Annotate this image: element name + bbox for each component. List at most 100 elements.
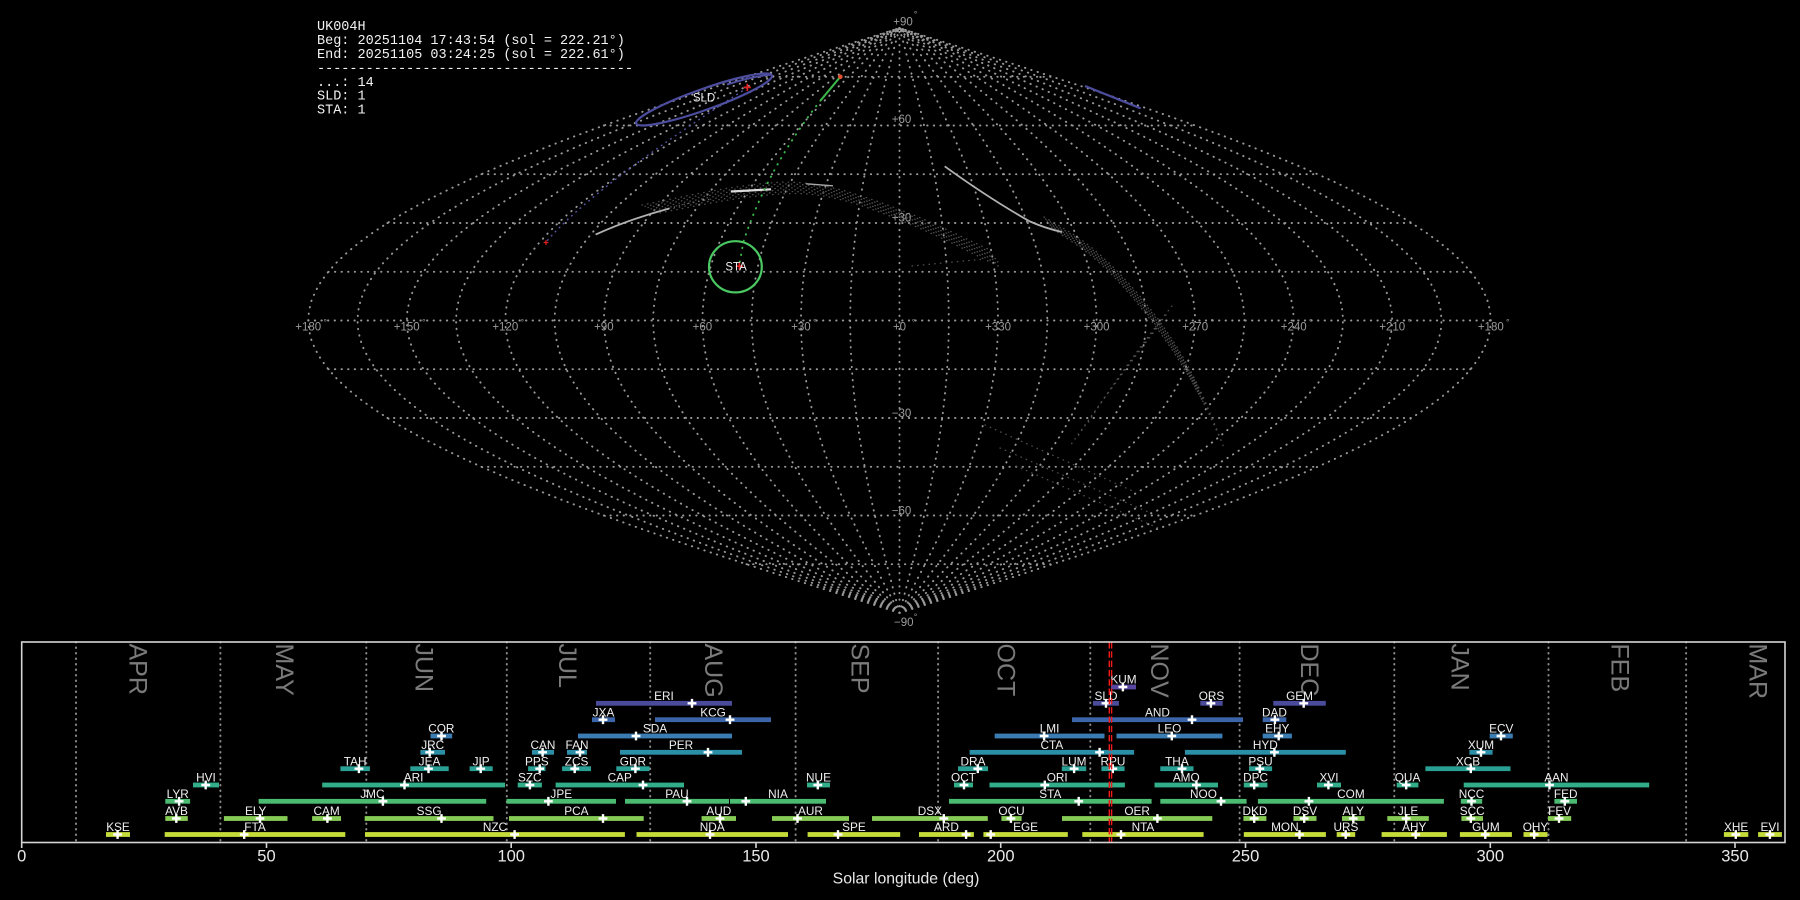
svg-text:+90: +90 xyxy=(594,322,614,334)
svg-text:AND: AND xyxy=(1145,705,1170,719)
svg-text:...: 14: ...: 14 xyxy=(317,76,374,91)
svg-text:LEO: LEO xyxy=(1158,722,1182,736)
svg-text:ORI: ORI xyxy=(1047,771,1068,785)
svg-text:Beg: 20251104 17:43:54 (sol =: Beg: 20251104 17:43:54 (sol = 222.21°) xyxy=(317,34,625,49)
svg-text:STA: 1: STA: 1 xyxy=(317,104,366,119)
svg-text:APR: APR xyxy=(124,644,152,695)
svg-text:STA: STA xyxy=(725,261,747,273)
svg-text:JUN: JUN xyxy=(410,644,438,693)
svg-text:100: 100 xyxy=(497,848,525,866)
svg-text:°: ° xyxy=(1309,318,1313,328)
svg-text:°: ° xyxy=(323,318,327,328)
svg-text:+120: +120 xyxy=(492,322,518,334)
svg-text:OER: OER xyxy=(1124,804,1150,818)
svg-text:EGE: EGE xyxy=(1013,820,1038,834)
svg-text:°: ° xyxy=(813,318,817,328)
svg-text:°: ° xyxy=(914,10,918,20)
svg-text:DRA: DRA xyxy=(961,754,986,768)
svg-text:NTA: NTA xyxy=(1132,820,1155,834)
svg-text:NZC: NZC xyxy=(483,820,508,834)
svg-text:−90: −90 xyxy=(894,617,914,629)
svg-text:ERI: ERI xyxy=(654,689,674,703)
svg-text:+210: +210 xyxy=(1379,322,1405,334)
svg-text:JPE: JPE xyxy=(550,787,572,801)
svg-text:DSX: DSX xyxy=(918,804,942,818)
svg-text:+0: +0 xyxy=(893,322,906,334)
svg-text:DPC: DPC xyxy=(1243,771,1268,785)
svg-text:+60: +60 xyxy=(693,322,713,334)
svg-text:AUG: AUG xyxy=(699,644,727,698)
svg-text:THA: THA xyxy=(1165,754,1189,768)
svg-text:350: 350 xyxy=(1721,848,1749,866)
svg-text:°: ° xyxy=(914,612,918,622)
svg-text:ZCS: ZCS xyxy=(565,754,589,768)
svg-text:+60: +60 xyxy=(892,114,912,126)
svg-text:+300: +300 xyxy=(1084,322,1110,334)
svg-text:MAY: MAY xyxy=(270,644,298,697)
svg-text:NOO: NOO xyxy=(1190,787,1217,801)
svg-text:FEB: FEB xyxy=(1605,644,1633,693)
svg-text:−30: −30 xyxy=(892,408,912,420)
svg-text:JLE: JLE xyxy=(1398,804,1418,818)
svg-text:EHY: EHY xyxy=(1265,722,1289,736)
svg-text:+330: +330 xyxy=(985,322,1011,334)
svg-text:FAN: FAN xyxy=(566,738,589,752)
svg-text:SSG: SSG xyxy=(417,804,442,818)
svg-text:PPS: PPS xyxy=(525,754,549,768)
svg-text:200: 200 xyxy=(987,848,1015,866)
svg-text:ARI: ARI xyxy=(404,771,424,785)
svg-text:+240: +240 xyxy=(1281,322,1307,334)
svg-text:SLD: 1: SLD: 1 xyxy=(317,90,366,105)
svg-text:PAU: PAU xyxy=(665,787,688,801)
svg-text:KCG: KCG xyxy=(700,705,726,719)
svg-text:PCA: PCA xyxy=(564,804,588,818)
svg-text:End: 20251105 03:24:25 (sol =: End: 20251105 03:24:25 (sol = 222.61°) xyxy=(317,48,625,63)
svg-text:°: ° xyxy=(715,318,719,328)
svg-text:LMI: LMI xyxy=(1040,722,1060,736)
svg-text:AUR: AUR xyxy=(798,804,823,818)
svg-text:+270: +270 xyxy=(1182,322,1208,334)
svg-text:°: ° xyxy=(422,318,426,328)
svg-text:GEM: GEM xyxy=(1286,689,1313,703)
svg-text:150: 150 xyxy=(742,848,770,866)
svg-text:+150: +150 xyxy=(394,322,420,334)
svg-text:+30: +30 xyxy=(892,213,912,225)
svg-text:XCB: XCB xyxy=(1456,754,1480,768)
svg-text:ARD: ARD xyxy=(934,820,959,834)
svg-text:JUL: JUL xyxy=(553,644,581,689)
svg-text:LYR: LYR xyxy=(167,787,189,801)
svg-text:GDR: GDR xyxy=(620,754,646,768)
svg-text:NOV: NOV xyxy=(1145,644,1173,699)
svg-text:MAR: MAR xyxy=(1744,644,1772,700)
svg-text:QUA: QUA xyxy=(1395,771,1421,785)
svg-text:COM: COM xyxy=(1337,787,1365,801)
svg-text:------------------------------: --------------------------------------- xyxy=(317,62,633,77)
svg-text:300: 300 xyxy=(1476,848,1504,866)
svg-text:SCC: SCC xyxy=(1460,804,1485,818)
svg-text:ELY: ELY xyxy=(245,804,267,818)
svg-text:TAH: TAH xyxy=(344,754,367,768)
svg-text:JMC: JMC xyxy=(360,787,385,801)
svg-text:OHY: OHY xyxy=(1523,820,1549,834)
svg-text:+180: +180 xyxy=(1478,322,1504,334)
svg-text:°: ° xyxy=(1506,318,1510,328)
svg-text:−60: −60 xyxy=(892,506,912,518)
svg-text:CAP: CAP xyxy=(608,771,632,785)
svg-text:°: ° xyxy=(520,318,524,328)
svg-text:NIA: NIA xyxy=(768,787,788,801)
svg-text:SLD: SLD xyxy=(693,93,715,105)
svg-text:AAN: AAN xyxy=(1544,771,1568,785)
svg-text:°: ° xyxy=(912,318,916,328)
svg-text:JAN: JAN xyxy=(1446,644,1474,691)
svg-text:+30: +30 xyxy=(791,322,811,334)
svg-text:SDA: SDA xyxy=(643,722,667,736)
svg-text:+180: +180 xyxy=(295,322,321,334)
svg-text:50: 50 xyxy=(257,848,275,866)
svg-text:SPE: SPE xyxy=(842,820,866,834)
svg-text:+90: +90 xyxy=(893,17,913,29)
svg-text:°: ° xyxy=(1407,318,1411,328)
svg-text:250: 250 xyxy=(1232,848,1260,866)
svg-text:°: ° xyxy=(616,318,620,328)
svg-text:UK004H: UK004H xyxy=(317,20,366,35)
svg-text:FTA: FTA xyxy=(244,820,266,834)
